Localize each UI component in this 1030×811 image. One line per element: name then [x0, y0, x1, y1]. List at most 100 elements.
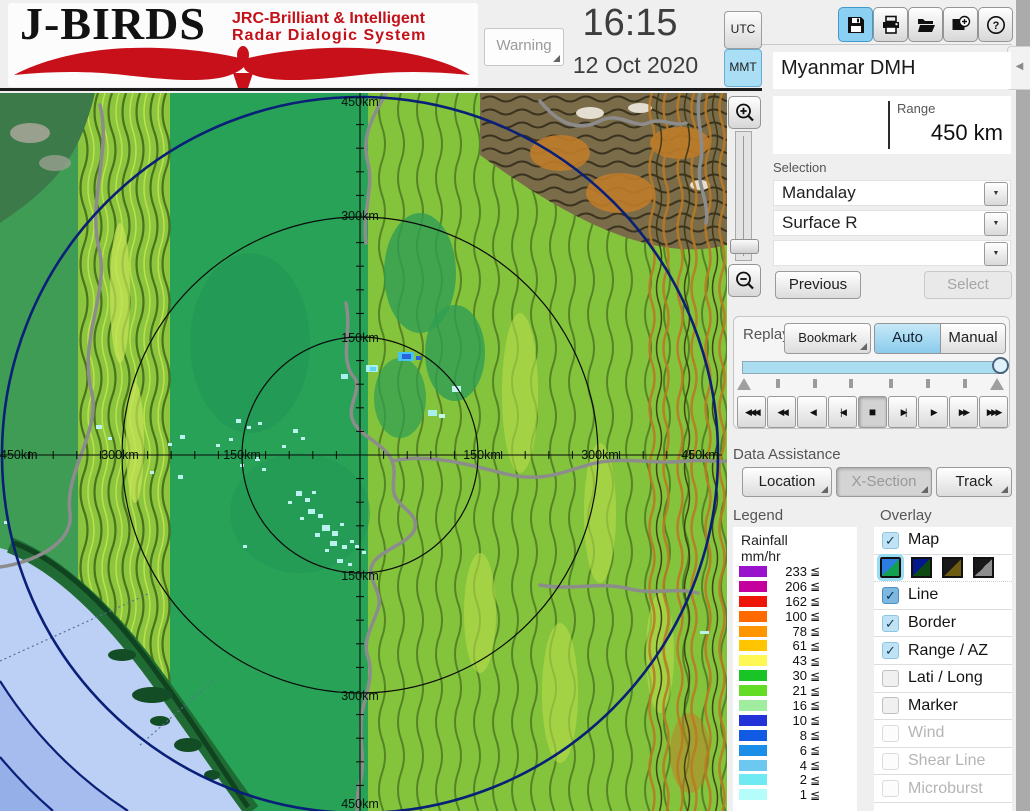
- style-navy-darkgreen[interactable]: [911, 557, 932, 578]
- product-dropdown-value: Surface R: [782, 213, 1010, 233]
- style-black-gray[interactable]: [973, 557, 994, 578]
- station-name: Myanmar DMH: [781, 57, 1011, 80]
- playback-stop[interactable]: ■: [858, 396, 887, 428]
- overlay-item-marker[interactable]: Marker: [874, 693, 1012, 721]
- legend-value: 10: [767, 713, 807, 728]
- style-black-olive[interactable]: [942, 557, 963, 578]
- ring-label-w-450: 450km: [0, 448, 48, 462]
- slider-tick: [776, 379, 780, 388]
- legend-row: 78≦: [733, 624, 857, 639]
- overlay-item-range-az[interactable]: ✓Range / AZ: [874, 637, 1012, 665]
- playback-play-reverse[interactable]: ◀: [797, 396, 826, 428]
- playback-play[interactable]: ▶: [918, 396, 947, 428]
- zoom-slider-thumb[interactable]: [730, 239, 759, 254]
- legend-value: 6: [767, 743, 807, 758]
- legend-row: 4≦: [733, 758, 857, 773]
- overlay-item-microburst[interactable]: Microburst: [874, 775, 1012, 803]
- overlay-label: Overlay: [880, 507, 932, 524]
- legend-color-swatch: [739, 640, 767, 651]
- replay-slider-track[interactable]: [742, 361, 1004, 374]
- checkbox[interactable]: [882, 753, 899, 770]
- overlay-item-label: Line: [908, 586, 938, 604]
- mmt-button[interactable]: MMT: [724, 49, 762, 87]
- ring-label-w-150: 150km: [218, 448, 266, 462]
- station-dropdown-value: Mandalay: [782, 183, 1010, 203]
- zoom-in-button[interactable]: [728, 96, 761, 129]
- slider-start-marker[interactable]: [737, 378, 751, 390]
- range-label: Range: [897, 101, 935, 116]
- help-button[interactable]: ?: [978, 7, 1013, 42]
- checkbox[interactable]: ✓: [882, 587, 899, 604]
- legend-color-swatch: [739, 700, 767, 711]
- checkbox[interactable]: ✓: [882, 615, 899, 632]
- location-button[interactable]: Location: [742, 467, 832, 497]
- select-button[interactable]: Select: [924, 271, 1012, 299]
- selection-label: Selection: [773, 160, 826, 175]
- logo-panel: J-BIRDS JRC-Brilliant & Intelligent Rada…: [8, 3, 478, 87]
- legend-color-swatch: [739, 566, 767, 577]
- option-dropdown-arrow[interactable]: ▼: [984, 242, 1008, 266]
- checkbox[interactable]: [882, 697, 899, 714]
- legend-row: 10≦: [733, 713, 857, 728]
- xsection-button[interactable]: X-Section: [836, 467, 932, 497]
- playback-fast-rewind-3[interactable]: ◀◀◀: [737, 396, 766, 428]
- product-dropdown[interactable]: Surface R ▼: [773, 210, 1011, 236]
- clock-date: 12 Oct 2020: [548, 52, 723, 79]
- playback-fast-forward-2[interactable]: ▶▶: [949, 396, 978, 428]
- range-value: 450 km: [931, 120, 1003, 146]
- legend-operator: ≦: [810, 594, 820, 608]
- checkbox[interactable]: [882, 670, 899, 687]
- manual-button[interactable]: Manual: [941, 324, 1005, 353]
- ring-label-e-150: 150km: [458, 448, 506, 462]
- utc-button[interactable]: UTC: [724, 11, 762, 49]
- overlay-item-shear-line[interactable]: Shear Line: [874, 748, 1012, 776]
- legend-row: 162≦: [733, 594, 857, 609]
- playback-fast-forward-3[interactable]: ▶▶▶: [979, 396, 1008, 428]
- slider-end-marker[interactable]: [990, 378, 1004, 390]
- zoom-out-button[interactable]: [728, 264, 761, 297]
- track-button[interactable]: Track: [936, 467, 1012, 497]
- style-blue-green[interactable]: [880, 557, 901, 578]
- checkbox[interactable]: ✓: [882, 642, 899, 659]
- checkbox[interactable]: [882, 725, 899, 742]
- bookmark-button[interactable]: Bookmark: [784, 323, 871, 354]
- capture-add-button[interactable]: [943, 7, 978, 42]
- replay-panel: Replay Bookmark Auto Manual ◀◀◀◀◀◀|◀■▶|▶…: [733, 316, 1010, 429]
- legend-value: 43: [767, 653, 807, 668]
- print-button[interactable]: [873, 7, 908, 42]
- legend-row: 43≦: [733, 653, 857, 668]
- previous-button[interactable]: Previous: [775, 271, 861, 299]
- legend-value: 30: [767, 668, 807, 683]
- overlay-item-lati-long[interactable]: Lati / Long: [874, 665, 1012, 693]
- slider-tick: [849, 379, 853, 388]
- overlay-item-line[interactable]: ✓ Line: [874, 582, 1012, 610]
- legend-operator: ≦: [810, 654, 820, 668]
- playback-fast-rewind-2[interactable]: ◀◀: [767, 396, 796, 428]
- product-dropdown-arrow[interactable]: ▼: [984, 212, 1008, 236]
- station-dropdown[interactable]: Mandalay ▼: [773, 180, 1011, 206]
- overlay-item-border[interactable]: ✓Border: [874, 610, 1012, 638]
- checkbox[interactable]: ✓: [882, 532, 899, 549]
- replay-slider-handle[interactable]: [992, 357, 1009, 374]
- legend-color-swatch: [739, 745, 767, 756]
- legend-panel: Rainfall mm/hr 233≦206≦162≦100≦78≦61≦43≦…: [733, 527, 857, 811]
- legend-operator: ≦: [810, 728, 820, 742]
- playback-step-back[interactable]: |◀: [828, 396, 857, 428]
- overlay-item-map[interactable]: ✓Map: [874, 527, 1012, 555]
- playback-step-forward[interactable]: ▶|: [888, 396, 917, 428]
- legend-value: 2: [767, 772, 807, 787]
- radar-map[interactable]: 450km 300km 150km 150km 300km 450km 450k…: [0, 93, 727, 811]
- auto-button[interactable]: Auto: [875, 324, 941, 353]
- chevron-down-icon: ▼: [993, 220, 1000, 227]
- station-dropdown-arrow[interactable]: ▼: [984, 182, 1008, 206]
- save-button[interactable]: [838, 7, 873, 42]
- checkbox[interactable]: [882, 780, 899, 797]
- overlay-item-wind[interactable]: Wind: [874, 720, 1012, 748]
- legend-color-swatch: [739, 596, 767, 607]
- open-folder-button[interactable]: [908, 7, 943, 42]
- option-dropdown[interactable]: ▼: [773, 240, 1011, 266]
- legend-operator: ≦: [810, 609, 820, 623]
- chevron-down-icon: ▼: [993, 250, 1000, 257]
- topbar-divider: [0, 88, 762, 91]
- legend-value: 1: [767, 787, 807, 802]
